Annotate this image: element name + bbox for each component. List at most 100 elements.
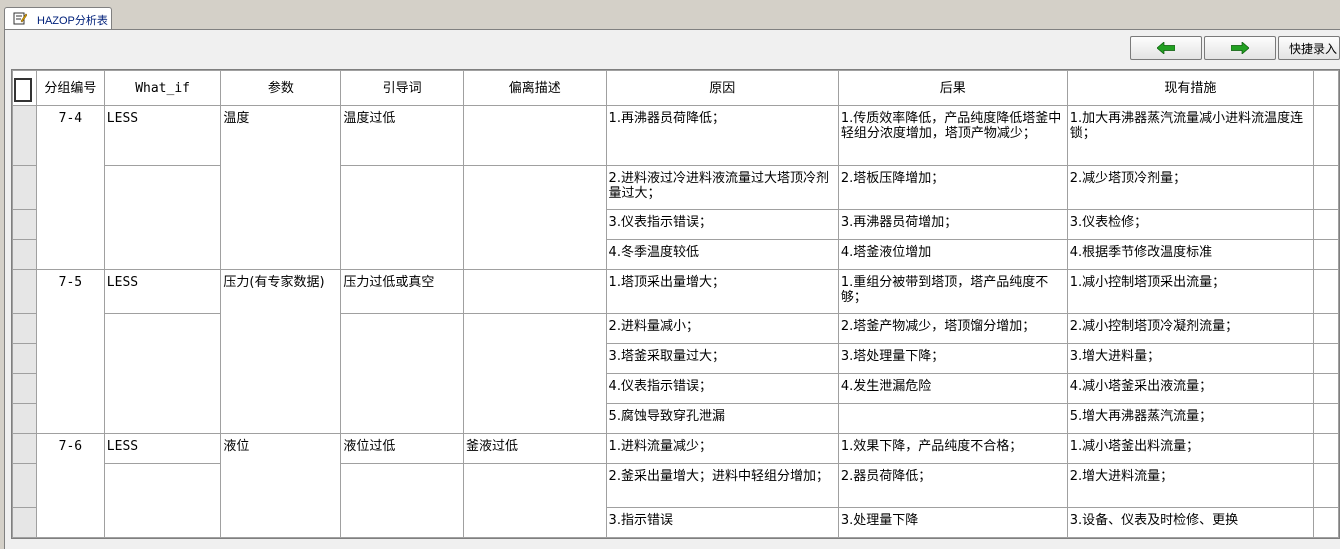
what-if-cell[interactable] — [103, 463, 222, 538]
consequence-cell[interactable]: 3.处理量下降 — [837, 507, 1068, 538]
measure-cell[interactable]: 3.设备、仪表及时检修、更换 — [1066, 507, 1314, 538]
select-all-box[interactable] — [14, 77, 32, 102]
parameter-cell[interactable]: 液位 — [220, 433, 342, 538]
cause-cell[interactable]: 3.塔釜采取量过大； — [605, 343, 839, 374]
cause-cell[interactable]: 5.腐蚀导致穿孔泄漏 — [605, 403, 839, 434]
table-row[interactable]: 2.进料量减小； 2.塔釜产物减少，塔顶馏分增加； 2.减小控制塔顶冷凝剂流量； — [12, 313, 1339, 434]
row-selector[interactable] — [12, 209, 37, 240]
guide-word-cell[interactable] — [340, 463, 464, 538]
deviation-cell[interactable] — [462, 165, 607, 270]
parameter-cell[interactable]: 温度 — [220, 105, 342, 270]
measure-cell[interactable]: 1.减小塔釜出料流量； — [1066, 433, 1314, 464]
cause-cell[interactable]: 4.冬季温度较低 — [605, 239, 839, 270]
measure-cell[interactable]: 2.减小控制塔顶冷凝剂流量； — [1066, 313, 1314, 344]
deviation-cell[interactable]: 釜液过低 — [462, 433, 607, 464]
deviation-cell[interactable] — [462, 463, 607, 538]
measure-cell[interactable]: 4.减小塔釜采出液流量； — [1066, 373, 1314, 404]
measure-cell[interactable]: 2.减少塔顶冷剂量； — [1066, 165, 1314, 210]
measure-cell[interactable]: 5.增大再沸器蒸汽流量； — [1066, 403, 1314, 434]
deviation-cell[interactable] — [462, 105, 607, 166]
header-what-if[interactable]: What_if — [103, 70, 222, 106]
group-id-cell[interactable]: 7-4 — [35, 105, 105, 270]
measure-cell[interactable]: 1.减小控制塔顶采出流量； — [1066, 269, 1314, 314]
row-selector[interactable] — [12, 343, 37, 374]
group-id-cell[interactable]: 7-6 — [35, 433, 105, 538]
cause-cell[interactable]: 3.指示错误 — [605, 507, 839, 538]
table-row[interactable]: 7-5 LESS 压力(有专家数据) 压力过低或真空 1.塔顶采出量增大； 1.… — [12, 269, 1339, 434]
guide-word-cell[interactable]: 液位过低 — [340, 433, 464, 464]
what-if-cell[interactable]: LESS — [103, 433, 222, 464]
table-row[interactable]: 2.釜采出量增大；进料中轻组分增加； 2.器员荷降低； 2.增大进料流量； — [12, 463, 1339, 538]
guide-word-cell[interactable]: 压力过低或真空 — [340, 269, 464, 314]
header-group-id[interactable]: 分组编号 — [35, 70, 105, 106]
row-selector[interactable] — [12, 507, 37, 538]
extra-cell — [1312, 313, 1339, 344]
consequence-cell[interactable]: 1.重组分被带到塔顶，塔产品纯度不够； — [837, 269, 1068, 314]
group-id-cell[interactable]: 7-5 — [35, 269, 105, 434]
consequence-cell[interactable]: 2.塔釜产物减少，塔顶馏分增加； — [837, 313, 1068, 344]
header-consequence[interactable]: 后果 — [837, 70, 1068, 106]
guide-word-cell[interactable] — [340, 165, 464, 270]
what-if-cell[interactable] — [103, 313, 222, 434]
measure-cell[interactable]: 3.仪表检修； — [1066, 209, 1314, 240]
what-if-cell[interactable] — [103, 165, 222, 270]
cause-cell[interactable]: 3.仪表指示错误； — [605, 209, 839, 240]
consequence-cell[interactable]: 4.发生泄漏危险 — [837, 373, 1068, 404]
header-guide-word[interactable]: 引导词 — [340, 70, 464, 106]
row-selector[interactable] — [12, 463, 37, 508]
what-if-cell[interactable]: LESS — [103, 105, 222, 166]
consequence-cell[interactable]: 2.器员荷降低； — [837, 463, 1068, 508]
guide-word-cell[interactable]: 温度过低 — [340, 105, 464, 166]
header-parameter[interactable]: 参数 — [220, 70, 342, 106]
cause-cell[interactable]: 2.进料液过冷进料液流量过大塔顶冷剂量过大； — [605, 165, 839, 210]
consequence-cell[interactable] — [837, 403, 1068, 434]
next-record-button[interactable] — [1204, 36, 1276, 60]
measure-cell[interactable]: 4.根据季节修改温度标准 — [1066, 239, 1314, 270]
row-selector[interactable] — [12, 433, 37, 464]
guide-word-cell[interactable] — [340, 313, 464, 434]
table-row[interactable]: 7-6 LESS 液位 液位过低 釜液过低 1.进料流量减少； 1.效果下降，产… — [12, 433, 1339, 538]
table-row[interactable]: 7-4 LESS 温度 温度过低 1.再沸器员荷降低； 1.传质效率降低，产品纯… — [12, 105, 1339, 270]
measure-cell[interactable]: 1.加大再沸器蒸汽流量减小进料流温度连锁； — [1066, 105, 1314, 166]
corner-selector[interactable] — [12, 70, 37, 106]
deviation-cell[interactable] — [462, 313, 607, 434]
prev-record-button[interactable] — [1130, 36, 1202, 60]
quick-entry-button[interactable]: 快捷录入 — [1278, 36, 1340, 60]
consequence-cell[interactable]: 1.效果下降，产品纯度不合格； — [837, 433, 1068, 464]
cause-cell[interactable]: 2.釜采出量增大；进料中轻组分增加； — [605, 463, 839, 508]
extra-cell — [1312, 507, 1339, 538]
cause-cell[interactable]: 1.塔顶采出量增大； — [605, 269, 839, 314]
header-cause[interactable]: 原因 — [605, 70, 839, 106]
cause-cell[interactable]: 1.进料流量减少； — [605, 433, 839, 464]
measure-cell[interactable]: 2.增大进料流量； — [1066, 463, 1314, 508]
tab-hazop[interactable]: HAZOP分析表 — [4, 7, 112, 29]
extra-cell — [1312, 239, 1339, 270]
cause-cell[interactable]: 4.仪表指示错误； — [605, 373, 839, 404]
row-selector[interactable] — [12, 403, 37, 434]
header-deviation[interactable]: 偏离描述 — [462, 70, 607, 106]
row-selector[interactable] — [12, 165, 37, 210]
form-edit-icon — [13, 12, 27, 25]
row-selector[interactable] — [12, 105, 37, 166]
parameter-cell[interactable]: 压力(有专家数据) — [220, 269, 342, 434]
consequence-cell[interactable]: 3.塔处理量下降； — [837, 343, 1068, 374]
extra-cell — [1312, 209, 1339, 240]
row-selector[interactable] — [12, 269, 37, 314]
row-selector[interactable] — [12, 239, 37, 270]
tab-strip: HAZOP分析表 — [0, 0, 1340, 30]
row-selector[interactable] — [12, 313, 37, 344]
row-selector[interactable] — [12, 373, 37, 404]
consequence-cell[interactable]: 4.塔釜液位增加 — [837, 239, 1068, 270]
what-if-cell[interactable]: LESS — [103, 269, 222, 314]
measure-cell[interactable]: 3.增大进料量； — [1066, 343, 1314, 374]
cause-cell[interactable]: 1.再沸器员荷降低； — [605, 105, 839, 166]
header-measure[interactable]: 现有措施 — [1066, 70, 1314, 106]
consequence-cell[interactable]: 2.塔板压降增加； — [837, 165, 1068, 210]
deviation-cell[interactable] — [462, 269, 607, 314]
extra-cell — [1312, 269, 1339, 314]
consequence-cell[interactable]: 3.再沸器员荷增加； — [837, 209, 1068, 240]
cause-cell[interactable]: 2.进料量减小； — [605, 313, 839, 344]
consequence-cell[interactable]: 1.传质效率降低，产品纯度降低塔釜中轻组分浓度增加，塔顶产物减少； — [837, 105, 1068, 166]
table-row[interactable]: 2.进料液过冷进料液流量过大塔顶冷剂量过大； 2.塔板压降增加； 2.减少塔顶冷… — [12, 165, 1339, 270]
hazop-table-grid: 分组编号 What_if 参数 引导词 偏离描述 原因 后果 现有措施 7-4 … — [11, 69, 1340, 539]
